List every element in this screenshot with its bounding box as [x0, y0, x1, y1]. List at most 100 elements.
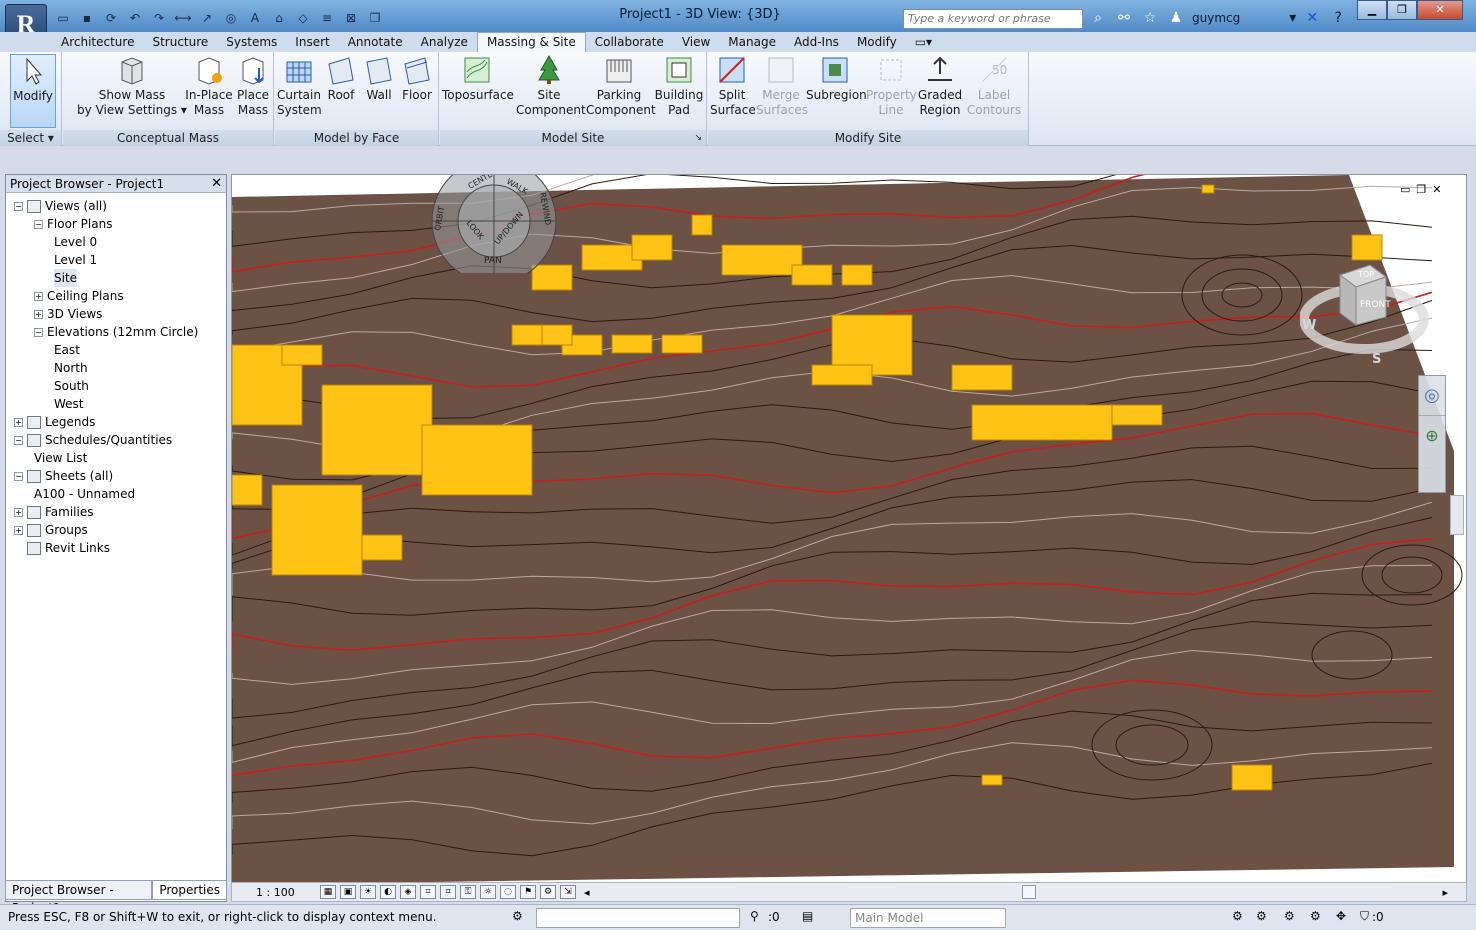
tree-node[interactable]: + Groups: [14, 521, 88, 539]
roof-button[interactable]: Roof: [323, 54, 359, 103]
tab-insert[interactable]: Insert: [286, 32, 338, 52]
reveal-hidden-icon[interactable]: ◌: [500, 885, 516, 899]
mass-block[interactable]: [981, 774, 1003, 786]
exchange-icon[interactable]: ✕: [1302, 8, 1322, 28]
switch-windows-icon[interactable]: ❐: [364, 8, 386, 28]
filter-icon[interactable]: ⛉: [1360, 909, 1369, 924]
split-surface-button[interactable]: Split Surface: [710, 54, 756, 118]
tree-node[interactable]: + Legends: [14, 413, 95, 431]
expand-icon[interactable]: +: [14, 418, 23, 427]
collapse-icon[interactable]: −: [34, 220, 43, 229]
tree-node[interactable]: North: [54, 359, 88, 377]
tab-structure[interactable]: Structure: [143, 32, 217, 52]
wheel-pan[interactable]: PAN: [484, 256, 502, 266]
mass-block[interactable]: [1111, 404, 1163, 426]
expand-icon[interactable]: +: [34, 292, 43, 301]
open-icon[interactable]: ▭: [52, 8, 74, 28]
tab-properties[interactable]: Properties: [152, 880, 227, 900]
mass-block[interactable]: [721, 244, 803, 276]
close-hidden-icon[interactable]: ⊠: [340, 8, 362, 28]
undo-icon[interactable]: ↶: [124, 8, 146, 28]
modify-button[interactable]: Modify: [10, 54, 56, 128]
mass-block[interactable]: [611, 334, 653, 354]
highlight-displacement-icon[interactable]: ⇲: [560, 885, 576, 899]
collapse-icon[interactable]: −: [14, 436, 23, 445]
mass-block[interactable]: [541, 324, 573, 346]
steering-wheel-nav-icon[interactable]: ◎: [1419, 376, 1445, 416]
wall-button[interactable]: Wall: [361, 54, 397, 103]
tab-view[interactable]: View: [673, 32, 719, 52]
detail-level-icon[interactable]: ▦: [320, 885, 336, 899]
building-pad-button[interactable]: Building Pad: [654, 54, 704, 118]
username[interactable]: guymcg: [1192, 11, 1240, 25]
tag-icon[interactable]: ◎: [220, 8, 242, 28]
design-option-dropdown[interactable]: Main Model: [850, 908, 1006, 928]
show-mass-button[interactable]: Show Mass by View Settings ▾: [77, 54, 187, 118]
tab-analyze[interactable]: Analyze: [412, 32, 477, 52]
tree-node[interactable]: Level 0: [54, 233, 97, 251]
measure-icon[interactable]: ⟷: [172, 8, 194, 28]
tab-modify[interactable]: Modify: [848, 32, 906, 52]
collapse-icon[interactable]: −: [14, 202, 23, 211]
mass-block[interactable]: [421, 424, 533, 496]
render-icon[interactable]: ◈: [400, 885, 416, 899]
steering-wheel[interactable]: CENTER WALK ORBIT REWIND LOOK UP/DOWN PA…: [430, 174, 558, 273]
close-button[interactable]: ✕: [1417, 0, 1463, 20]
minimize-view-icon[interactable]: ▭: [1400, 183, 1410, 196]
in-place-mass-button[interactable]: In-Place Mass: [184, 54, 234, 118]
mass-block[interactable]: [1231, 764, 1273, 791]
select-dropdown[interactable]: Select ▾: [0, 130, 61, 146]
tree-node[interactable]: + Families: [14, 503, 93, 521]
select-underlay-icon[interactable]: ⚙: [1256, 909, 1267, 923]
tab-massing-site[interactable]: Massing & Site: [476, 32, 586, 52]
save-icon[interactable]: ▪: [76, 8, 98, 28]
unlock-view-icon[interactable]: ⚿: [460, 885, 476, 899]
tree-node[interactable]: − Sheets (all): [14, 467, 113, 485]
analytical-model-icon[interactable]: ⚙: [540, 885, 556, 899]
tree-node[interactable]: − Schedules/Quantities: [14, 431, 172, 449]
mass-block[interactable]: [281, 344, 323, 366]
tree-node[interactable]: South: [54, 377, 89, 395]
3d-view-icon[interactable]: ⌂: [268, 8, 290, 28]
expand-icon[interactable]: +: [14, 508, 23, 517]
compass-west[interactable]: W: [1302, 318, 1316, 333]
visual-style-icon[interactable]: ▣: [340, 885, 356, 899]
redo-icon[interactable]: ↷: [148, 8, 170, 28]
select-pinned-icon[interactable]: ⚙: [1284, 909, 1295, 923]
curtain-system-button[interactable]: Curtain System: [277, 54, 322, 118]
search-input[interactable]: Type a keyword or phrase: [903, 9, 1083, 29]
worksets-icon[interactable]: ⚙: [512, 909, 523, 923]
workset-dropdown[interactable]: [536, 908, 740, 928]
user-dropdown-icon[interactable]: ▾: [1246, 8, 1296, 28]
section-icon[interactable]: ◇: [292, 8, 314, 28]
subregion-button[interactable]: Subregion: [806, 54, 867, 103]
dimension-icon[interactable]: ↗: [196, 8, 218, 28]
tab-annotate[interactable]: Annotate: [339, 32, 412, 52]
viewcube-front[interactable]: FRONT: [1360, 300, 1391, 310]
parking-component-button[interactable]: Parking Component: [586, 54, 656, 118]
mass-block[interactable]: [361, 534, 403, 561]
ribbon-display-toggle-icon[interactable]: ▭▾: [906, 32, 941, 52]
collapse-icon[interactable]: −: [34, 328, 43, 337]
shadows-icon[interactable]: ◐: [380, 885, 396, 899]
tree-node[interactable]: Revit Links: [14, 539, 110, 557]
sun-path-icon[interactable]: ☀: [360, 885, 376, 899]
floor-button[interactable]: Floor: [399, 54, 435, 103]
restore-view-icon[interactable]: ❐: [1416, 183, 1426, 196]
zoom-nav-icon[interactable]: ⊕: [1419, 416, 1445, 456]
mass-block[interactable]: [511, 324, 543, 346]
scroll-right-icon[interactable]: ▸: [1442, 886, 1448, 899]
temp-hide-icon[interactable]: ☼: [480, 885, 496, 899]
help-icon[interactable]: ?: [1328, 8, 1348, 28]
mass-block[interactable]: [951, 364, 1013, 391]
favorites-star-icon[interactable]: ☆: [1140, 8, 1160, 28]
tab-architecture[interactable]: Architecture: [52, 32, 143, 52]
thin-lines-icon[interactable]: ≡: [316, 8, 338, 28]
property-line-button[interactable]: Property Line: [866, 54, 917, 118]
tab-manage[interactable]: Manage: [719, 32, 785, 52]
mass-block[interactable]: [791, 264, 833, 286]
collapse-icon[interactable]: −: [14, 472, 23, 481]
text-icon[interactable]: A: [244, 8, 266, 28]
crop-view-icon[interactable]: ⌗: [420, 885, 436, 899]
tree-node[interactable]: − Elevations (12mm Circle): [34, 323, 198, 341]
